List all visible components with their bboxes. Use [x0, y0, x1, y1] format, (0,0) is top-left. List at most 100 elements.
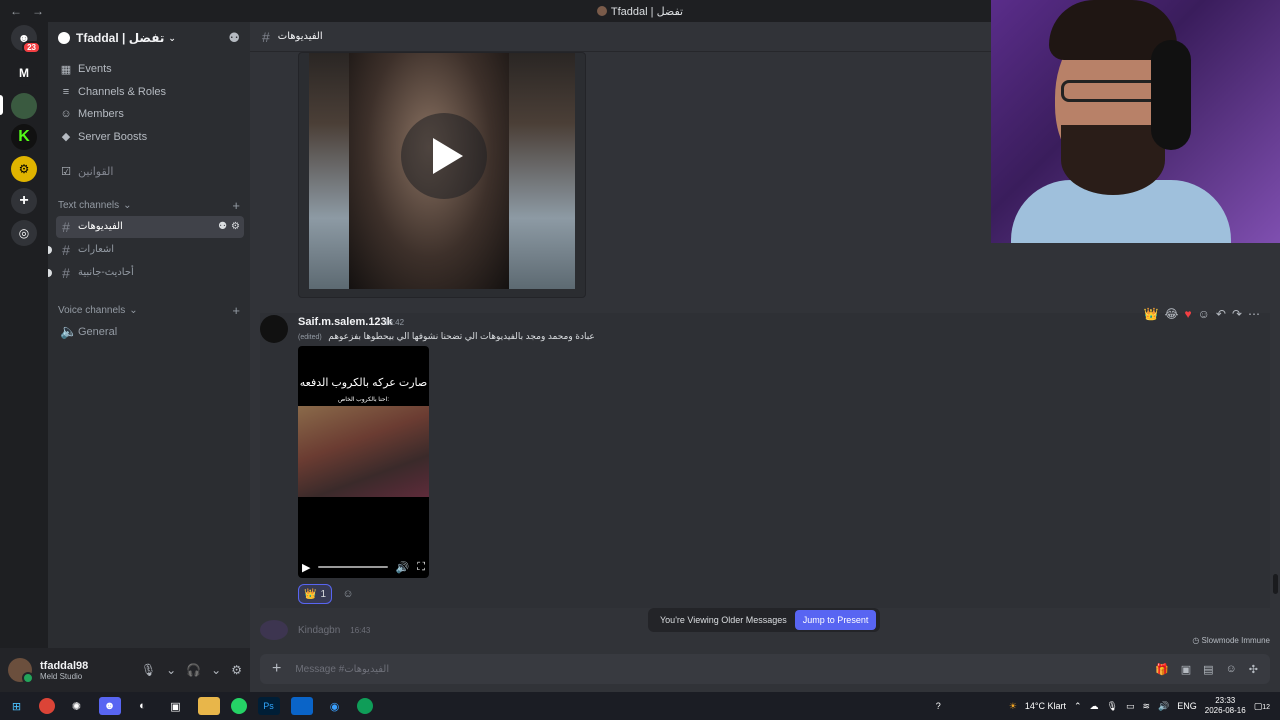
apps-icon[interactable]: ✣ [1249, 663, 1258, 676]
clock-date: 2026-08-16 [1204, 706, 1246, 715]
menu-events[interactable]: ▦ Events [48, 58, 250, 81]
gear-icon[interactable]: ⚙ [231, 663, 242, 677]
plus-icon: + [19, 192, 29, 209]
microphone-icon[interactable]: 🎙 [141, 663, 156, 677]
username[interactable]: tfaddal98 [40, 660, 88, 672]
menu-members[interactable]: ☺ Members [48, 103, 250, 126]
crown-icon: 👑 [304, 588, 317, 600]
dm-home-button[interactable]: ☻ 23 [11, 25, 41, 54]
menu-channels-roles[interactable]: ≡ Channels & Roles [48, 81, 250, 104]
invite-icon[interactable]: ⚉ [228, 30, 240, 46]
channel-side-talks[interactable]: # أحاديث-جانبية [48, 262, 244, 284]
gif-icon[interactable]: ▣ [1181, 663, 1191, 676]
heart-reaction-icon[interactable]: ♥ [1184, 307, 1191, 321]
sticker-icon[interactable]: ▤ [1203, 663, 1213, 676]
video-attachment[interactable]: صارت عركه بالكروب الدفعه احنا بالكروب ال… [298, 346, 429, 578]
guild-icon [58, 32, 70, 44]
text-channels-category[interactable]: Text channels ⌄ + [48, 197, 250, 215]
weather-icon[interactable]: ☀ [1009, 701, 1017, 712]
message-author[interactable]: Kindagbn [298, 625, 340, 636]
ring-app-icon[interactable]: ◉ [324, 697, 346, 715]
monitor-app-icon[interactable] [290, 697, 313, 715]
volume-icon[interactable]: 🔊 [396, 561, 410, 574]
chrome-icon[interactable] [38, 698, 55, 714]
forward-icon[interactable]: ↷ [1232, 307, 1242, 321]
capcut-icon[interactable]: ◐ [132, 697, 154, 715]
server-m[interactable]: M [11, 60, 37, 86]
add-server-button[interactable]: + [11, 188, 37, 214]
server-tfaddal[interactable] [11, 93, 37, 119]
help-icon[interactable]: ? [936, 701, 941, 711]
fullscreen-icon[interactable]: ⛶ [417, 561, 425, 574]
emoji-icon[interactable]: ☺ [1226, 663, 1237, 676]
discord-icon[interactable]: ☻ [98, 697, 121, 715]
reaction-count: 1 [320, 588, 327, 600]
gift-icon[interactable]: 🎁 [1155, 663, 1169, 676]
reaction-crown[interactable]: 👑 1 [298, 584, 333, 604]
upload-plus-icon[interactable]: + [272, 660, 281, 678]
chevron-down-icon[interactable]: ⌄ [211, 663, 221, 677]
crown-reaction-icon[interactable]: 👑 [1144, 307, 1159, 321]
mic-icon[interactable]: 🎙 [1107, 701, 1118, 712]
seek-bar[interactable] [318, 566, 388, 568]
server-yellow[interactable]: ⚙ [11, 156, 37, 182]
play-icon[interactable]: ▶ [302, 561, 310, 574]
voice-channels-category[interactable]: Voice channels ⌄ + [48, 302, 250, 320]
channel-notifications[interactable]: # اشعارات [48, 239, 244, 261]
menu-server-boosts[interactable]: ◆ Server Boosts [48, 126, 250, 149]
chrome-icon[interactable] [356, 698, 373, 714]
avatar[interactable] [260, 315, 288, 343]
app-icon[interactable]: ▣ [165, 697, 187, 715]
message: Saif.m.salem.123k 16:42 (edited) عبادة و… [260, 307, 1270, 608]
unread-indicator [48, 268, 52, 277]
unread-badge: 23 [22, 41, 41, 54]
message-author[interactable]: Saif.m.salem.123k [298, 316, 393, 328]
add-reaction-icon[interactable]: ☺ [1198, 307, 1210, 321]
notification-icon[interactable]: ▢12 [1254, 701, 1270, 712]
invite-icon[interactable]: ⚉ [218, 221, 227, 232]
language-indicator[interactable]: ENG [1177, 701, 1197, 711]
channel-videos[interactable]: # الفيديوهات ⚉ ⚙ [56, 215, 244, 238]
chevron-up-icon[interactable]: ⌃ [1074, 701, 1082, 712]
laugh-reaction-icon[interactable]: 😂 [1164, 307, 1178, 321]
whatsapp-icon[interactable] [230, 698, 247, 714]
clock[interactable]: 23:33 2026-08-16 [1205, 696, 1246, 716]
menu-label: Events [78, 63, 112, 76]
message-input[interactable]: Message #الفيديوهات [295, 664, 389, 675]
hash-icon: # [62, 241, 70, 258]
avatar[interactable] [8, 658, 34, 684]
volume-icon[interactable]: 🔊 [1158, 701, 1169, 712]
server-k[interactable]: K [11, 124, 37, 150]
video-thumbnail [309, 53, 575, 289]
edited-label: (edited) [298, 334, 322, 341]
rules-channel[interactable]: ☑ القوانين [48, 160, 250, 183]
headphones-icon[interactable]: 🎧 [186, 663, 201, 677]
scrollbar[interactable] [1273, 574, 1278, 594]
voice-channel-general[interactable]: 🔈 General [56, 321, 244, 343]
guild-header[interactable]: Tfaddal | تفضل ⌄ ⚉ [48, 22, 250, 54]
add-channel-icon[interactable]: + [232, 303, 240, 318]
avatar[interactable] [260, 620, 288, 640]
compass-icon: ◎ [18, 226, 30, 240]
gear-icon[interactable]: ⚙ [231, 221, 240, 232]
photoshop-icon[interactable]: Ps [257, 697, 280, 715]
add-channel-icon[interactable]: + [232, 198, 240, 213]
wifi-icon[interactable]: ≋ [1142, 701, 1150, 712]
discover-button[interactable]: ◎ [11, 220, 37, 246]
members-icon: ☺ [60, 108, 72, 121]
openai-icon[interactable]: ✺ [66, 697, 88, 715]
video-embed[interactable] [298, 52, 586, 298]
more-icon[interactable]: ⋯ [1248, 307, 1260, 321]
display-icon[interactable]: ▭ [1126, 701, 1135, 712]
message-composer[interactable]: + Message #الفيديوهات 🎁 ▣ ▤ ☺ ✣ [260, 654, 1270, 684]
play-button[interactable] [401, 113, 487, 199]
add-reaction-button[interactable]: ☺ [338, 584, 358, 604]
windows-start-icon[interactable]: ⊞ [6, 697, 28, 715]
channel-name: General [78, 325, 118, 338]
cloud-icon[interactable]: ☁ [1090, 701, 1099, 712]
jump-to-present-button[interactable]: Jump to Present [794, 610, 877, 630]
file-explorer-icon[interactable] [197, 697, 220, 715]
reply-icon[interactable]: ↶ [1216, 307, 1226, 321]
weather-text[interactable]: 14°C Klart [1025, 701, 1066, 711]
chevron-down-icon[interactable]: ⌄ [166, 663, 176, 677]
